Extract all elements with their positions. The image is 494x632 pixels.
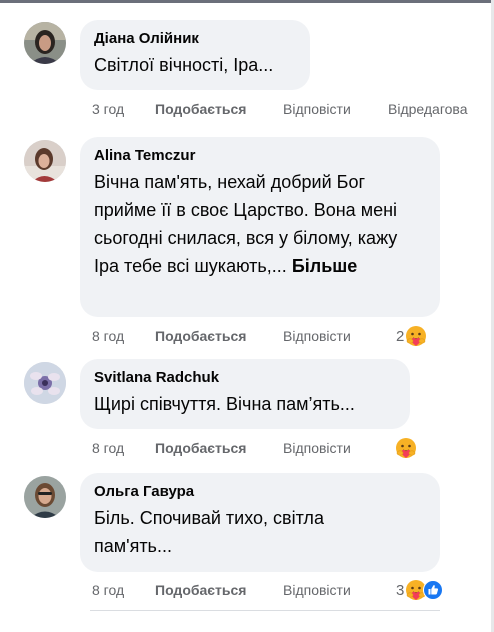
reaction-summary[interactable]: 3 [396, 578, 444, 602]
comment-text: Біль. Спочивай тихо, світла пам'ять... [94, 508, 324, 556]
comment-actions: 8 год Подобається Відповісти [92, 438, 388, 458]
comment-author[interactable]: Діана Олійник [94, 29, 296, 49]
like-reaction-icon [423, 580, 444, 600]
like-button[interactable]: Подобається [155, 440, 283, 456]
comment-time[interactable]: 3 год [92, 101, 155, 117]
comment-time[interactable]: 8 год [92, 582, 155, 598]
like-button[interactable]: Подобається [155, 101, 283, 117]
reply-button[interactable]: Відповісти [283, 582, 388, 598]
comment-actions: 3 год Подобається Відповісти Відредагова [92, 99, 468, 119]
comment-bubble: Діана Олійник Світлої вічності, Іра... [80, 20, 310, 90]
comment-author[interactable]: Alina Temczur [94, 146, 426, 166]
reaction-count: 3 [396, 581, 405, 599]
section-divider [90, 610, 440, 611]
avatar[interactable] [24, 22, 66, 64]
comment-time[interactable]: 8 год [92, 440, 155, 456]
comment-author[interactable]: Ольга Гавура [94, 482, 426, 502]
reaction-summary[interactable] [395, 436, 417, 460]
comment-actions: 8 год Подобається Відповісти [92, 326, 388, 346]
avatar[interactable] [24, 362, 66, 404]
avatar[interactable] [24, 140, 66, 182]
like-button[interactable]: Подобається [155, 328, 283, 344]
reply-button[interactable]: Відповісти [283, 328, 388, 344]
avatar[interactable] [24, 476, 66, 518]
comment-bubble: Alina Temczur Вічна пам'ять, нехай добри… [80, 137, 440, 317]
top-edge [0, 0, 494, 3]
reply-button[interactable]: Відповісти [283, 440, 388, 456]
comment-bubble: Svitlana Radchuk Щирі співчуття. Вічна п… [80, 359, 410, 429]
comment-bubble: Ольга Гавура Біль. Спочивай тихо, світла… [80, 473, 440, 572]
comment-text: Вічна пам'ять, нехай добрий Бог прийме ї… [94, 168, 426, 280]
like-button[interactable]: Подобається [155, 582, 283, 598]
comment-text: Світлої вічності, Іра... [94, 55, 274, 75]
comment-actions: 8 год Подобається Відповісти [92, 580, 388, 600]
edited-label[interactable]: Відредагова [388, 101, 468, 117]
comment-text: Щирі співчуття. Вічна пам’ять... [94, 394, 355, 414]
care-emoji-icon [406, 326, 427, 346]
care-emoji-icon [396, 438, 416, 458]
comment-author[interactable]: Svitlana Radchuk [94, 368, 396, 388]
reply-button[interactable]: Відповісти [283, 101, 388, 117]
see-more-link[interactable]: Більше [292, 256, 357, 276]
reaction-summary[interactable]: 2 [396, 324, 427, 348]
comment-time[interactable]: 8 год [92, 328, 155, 344]
reaction-count: 2 [396, 327, 405, 345]
